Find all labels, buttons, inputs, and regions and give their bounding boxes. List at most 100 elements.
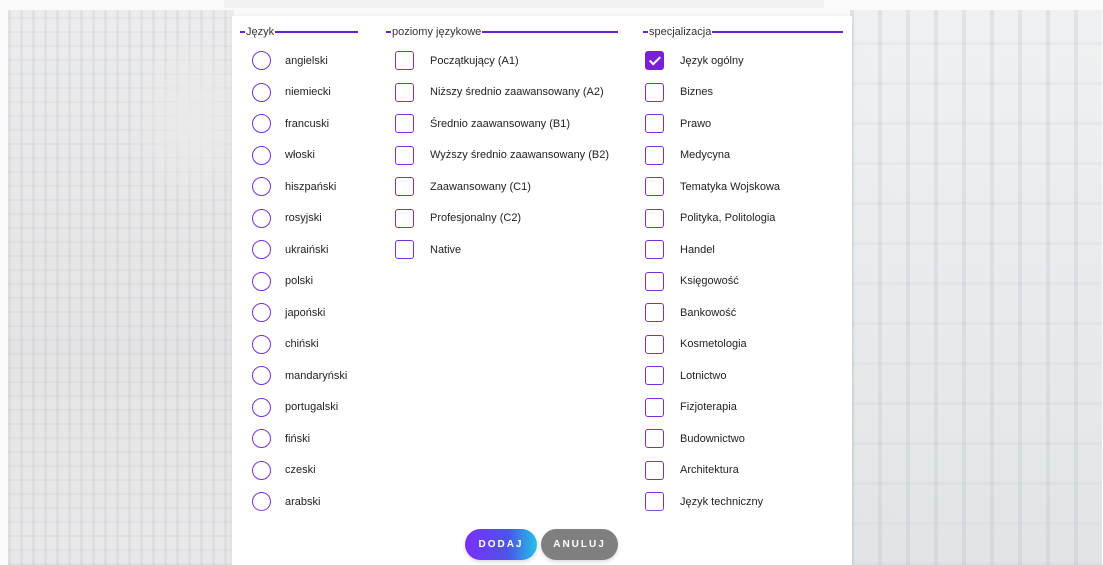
background-photo-left (8, 10, 234, 565)
radio-button[interactable] (252, 271, 271, 291)
specialization-item[interactable]: Język ogólny (643, 45, 843, 77)
radio-button[interactable] (252, 240, 271, 260)
radio-button[interactable] (252, 460, 271, 480)
radio-button[interactable] (252, 397, 271, 417)
radio-button[interactable] (252, 208, 271, 228)
checkbox[interactable] (645, 429, 664, 449)
checkbox[interactable] (395, 145, 414, 165)
language-item[interactable]: włoski (240, 140, 358, 172)
level-label: Niższy średnio zaawansowany (A2) (430, 86, 604, 99)
language-item[interactable]: fiński (240, 423, 358, 455)
background-top-strip (224, 0, 824, 8)
specialization-item[interactable]: Język techniczny (643, 486, 843, 518)
checkbox[interactable] (645, 145, 664, 165)
specialization-item[interactable]: Medycyna (643, 140, 843, 172)
level-item[interactable]: Profesjonalny (C2) (386, 203, 618, 235)
specialization-label: Budownictwo (680, 432, 745, 445)
level-item[interactable]: Zaawansowany (C1) (386, 171, 618, 203)
checkbox[interactable] (645, 82, 664, 102)
checkbox[interactable] (395, 240, 414, 260)
radio-button[interactable] (252, 177, 271, 197)
checkbox[interactable] (645, 397, 664, 417)
language-item[interactable]: francuski (240, 108, 358, 140)
language-item[interactable]: angielski (240, 45, 358, 77)
checkbox[interactable] (645, 114, 664, 134)
checkbox[interactable] (395, 177, 414, 197)
level-item[interactable]: Średnio zaawansowany (B1) (386, 108, 618, 140)
level-label: Profesjonalny (C2) (430, 212, 522, 225)
level-label: Początkujący (A1) (430, 54, 519, 67)
language-item[interactable]: polski (240, 266, 358, 298)
language-item[interactable]: chiński (240, 329, 358, 361)
specialization-item[interactable]: Księgowość (643, 266, 843, 298)
specialization-item[interactable]: Lotnictwo (643, 360, 843, 392)
legend-line (240, 31, 245, 33)
filter-panel: Język angielski niemiecki francuski włoski h… (232, 16, 852, 565)
legend-line (712, 31, 843, 33)
checkbox[interactable] (645, 366, 664, 386)
checkbox[interactable] (645, 208, 664, 228)
language-item[interactable]: niemiecki (240, 77, 358, 109)
checkbox[interactable] (645, 177, 664, 197)
specialization-label: Księgowość (680, 275, 739, 288)
level-column: poziomy językowe Początkujący (A1) Niższy… (386, 24, 618, 266)
checkbox[interactable] (645, 271, 664, 291)
level-legend-text: poziomy językowe (392, 26, 482, 38)
specialization-item[interactable]: Biznes (643, 77, 843, 109)
language-label: ukraiński (285, 243, 329, 256)
radio-button[interactable] (252, 145, 271, 165)
level-item[interactable]: Początkujący (A1) (386, 45, 618, 77)
checkbox[interactable] (395, 114, 414, 134)
action-bar: DODAJ ANULUJ (232, 529, 852, 561)
level-item[interactable]: Wyższy średnio zaawansowany (B2) (386, 140, 618, 172)
checkbox[interactable] (395, 82, 414, 102)
level-item[interactable]: Native (386, 234, 618, 266)
radio-button[interactable] (252, 82, 271, 102)
specialization-item[interactable]: Prawo (643, 108, 843, 140)
language-item[interactable]: japoński (240, 297, 358, 329)
radio-button[interactable] (252, 492, 271, 512)
specialization-item[interactable]: Architektura (643, 455, 843, 487)
specialization-column: specjalizacja Język ogólny Biznes Prawo Med… (643, 24, 843, 518)
radio-button[interactable] (252, 429, 271, 449)
language-item[interactable]: arabski (240, 486, 358, 518)
legend-line (275, 31, 358, 33)
checkbox[interactable] (645, 334, 664, 354)
checkbox[interactable] (395, 208, 414, 228)
level-label: Native (430, 243, 462, 256)
language-legend: Język (240, 24, 358, 40)
language-item[interactable]: portugalski (240, 392, 358, 424)
specialization-list: Język ogólny Biznes Prawo Medycyna Tematyka … (643, 45, 843, 518)
language-column: Język angielski niemiecki francuski włoski h… (240, 24, 358, 518)
checkbox[interactable] (645, 460, 664, 480)
radio-button[interactable] (252, 303, 271, 323)
language-label: mandaryński (285, 369, 348, 382)
cancel-button[interactable]: ANULUJ (541, 529, 618, 560)
specialization-item[interactable]: Kosmetologia (643, 329, 843, 361)
specialization-item[interactable]: Tematyka Wojskowa (643, 171, 843, 203)
language-item[interactable]: rosyjski (240, 203, 358, 235)
radio-button[interactable] (252, 334, 271, 354)
radio-button[interactable] (252, 51, 271, 71)
radio-button[interactable] (252, 366, 271, 386)
add-button[interactable]: DODAJ (465, 529, 537, 560)
radio-button[interactable] (252, 114, 271, 134)
language-label: niemiecki (285, 86, 331, 99)
specialization-item[interactable]: Fizjoterapia (643, 392, 843, 424)
level-list: Początkujący (A1) Niższy średnio zaawanso… (386, 45, 618, 266)
checkbox[interactable] (645, 492, 664, 512)
language-label: czeski (285, 464, 316, 477)
specialization-item[interactable]: Budownictwo (643, 423, 843, 455)
language-item[interactable]: mandaryński (240, 360, 358, 392)
specialization-item[interactable]: Handel (643, 234, 843, 266)
checkbox[interactable] (645, 303, 664, 323)
specialization-item[interactable]: Polityka, Politologia (643, 203, 843, 235)
level-item[interactable]: Niższy średnio zaawansowany (A2) (386, 77, 618, 109)
specialization-item[interactable]: Bankowość (643, 297, 843, 329)
language-item[interactable]: ukraiński (240, 234, 358, 266)
checkmark-icon[interactable] (645, 51, 664, 71)
checkbox[interactable] (395, 51, 414, 71)
language-item[interactable]: hiszpański (240, 171, 358, 203)
language-item[interactable]: czeski (240, 455, 358, 487)
checkbox[interactable] (645, 240, 664, 260)
